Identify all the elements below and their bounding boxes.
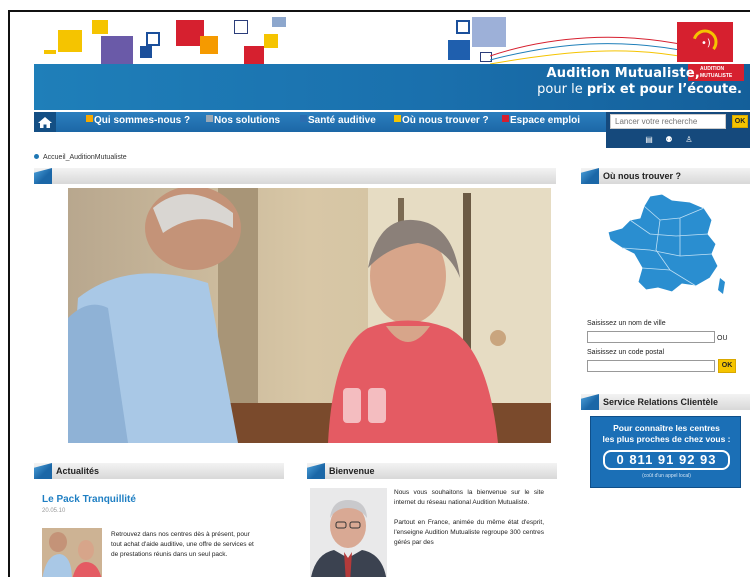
postal-label: Saisissez un code postal: [587, 349, 665, 356]
welcome-paragraph-1: Nous vous souhaitons la bienvenue sur le…: [394, 489, 544, 506]
service-title: Service Relations Clientèle: [603, 397, 719, 407]
or-label: OU: [717, 335, 728, 342]
swoosh-lines-icon: [490, 36, 690, 65]
welcome-text: Nous vous souhaitons la bienvenue sur le…: [394, 488, 544, 548]
section-tab-icon: [307, 463, 325, 479]
service-banner[interactable]: Pour connaître les centres les plus proch…: [590, 416, 741, 488]
nav-marker-icon: [206, 115, 213, 122]
news-photo-illustration: [42, 528, 102, 577]
postal-code-input[interactable]: [587, 360, 715, 372]
director-portrait: [310, 488, 387, 577]
page-frame: •) AUDITION MUTUALISTE Audition Mutualis…: [8, 10, 750, 577]
service-text: Pour connaître les centres les plus proch…: [602, 423, 731, 444]
sitemap-icon[interactable]: ♙: [684, 135, 694, 144]
tagline-line2: pour le prix et pour l’écoute.: [537, 82, 742, 97]
nav-item-hearing-health[interactable]: Santé auditive: [300, 115, 376, 126]
section-tab-icon: [581, 394, 599, 410]
nav-item-solutions[interactable]: Nos solutions: [206, 115, 280, 126]
print-icon[interactable]: ▤: [644, 135, 654, 144]
nav-item-jobs[interactable]: Espace emploi: [502, 115, 580, 126]
news-item-date: 20.05.10: [42, 508, 66, 514]
welcome-paragraph-2: Partout en France, animée du même état d…: [394, 519, 544, 546]
welcome-title: Bienvenue: [329, 466, 375, 476]
news-item-text: Retrouvez dans nos centres dès à présent…: [111, 531, 254, 558]
portrait-illustration: [310, 488, 387, 577]
home-icon: [38, 117, 52, 128]
home-button[interactable]: [34, 112, 56, 132]
section-tab-icon: [34, 168, 52, 184]
news-item-thumbnail[interactable]: [42, 528, 102, 577]
nav-item-find-us[interactable]: Où nous trouver ?: [394, 115, 489, 126]
breadcrumb[interactable]: Accueil_AuditionMutualiste: [34, 154, 127, 161]
news-item-title[interactable]: Le Pack Tranquillité: [42, 494, 136, 505]
where-section-bar: Où nous trouver ?: [581, 168, 750, 184]
france-map[interactable]: [600, 190, 730, 300]
svg-text:•): •): [701, 38, 711, 49]
where-ok-button[interactable]: OK: [718, 359, 736, 373]
where-title: Où nous trouver ?: [603, 171, 682, 181]
tagline-line1: Audition Mutualiste,: [546, 66, 700, 81]
search-ok-button[interactable]: OK: [732, 115, 748, 128]
service-section-bar: Service Relations Clientèle: [581, 394, 750, 410]
news-title: Actualités: [56, 466, 100, 476]
welcome-section-bar: Bienvenue: [307, 463, 557, 479]
nav-item-who-we-are[interactable]: Qui sommes-nous ?: [86, 115, 190, 126]
breadcrumb-bullet-icon: [34, 154, 39, 159]
city-input[interactable]: [587, 331, 715, 343]
nav-marker-icon: [394, 115, 401, 122]
section-tab-icon: [581, 168, 599, 184]
hero-photo: [68, 188, 551, 443]
brand-logo[interactable]: •): [677, 22, 733, 62]
users-icon[interactable]: ⚉: [664, 135, 674, 144]
phone-number: 0 811 91 92 93: [603, 450, 730, 470]
hero-section-bar: [34, 168, 556, 184]
city-label: Saisissez un nom de ville: [587, 320, 666, 327]
main-nav: Qui sommes-nous ? Nos solutions Santé au…: [34, 112, 607, 132]
ear-logo-icon: •): [692, 29, 718, 55]
news-section-bar: Actualités: [34, 463, 284, 479]
nav-marker-icon: [86, 115, 93, 122]
hero-photo-illustration: [68, 188, 551, 443]
banner-decoration: [10, 12, 750, 66]
nav-marker-icon: [300, 115, 307, 122]
france-map-icon: [607, 193, 725, 294]
nav-marker-icon: [502, 115, 509, 122]
search-input[interactable]: [610, 114, 726, 129]
section-tab-icon: [34, 463, 52, 479]
phone-note: (coût d'un appel local): [642, 473, 691, 479]
